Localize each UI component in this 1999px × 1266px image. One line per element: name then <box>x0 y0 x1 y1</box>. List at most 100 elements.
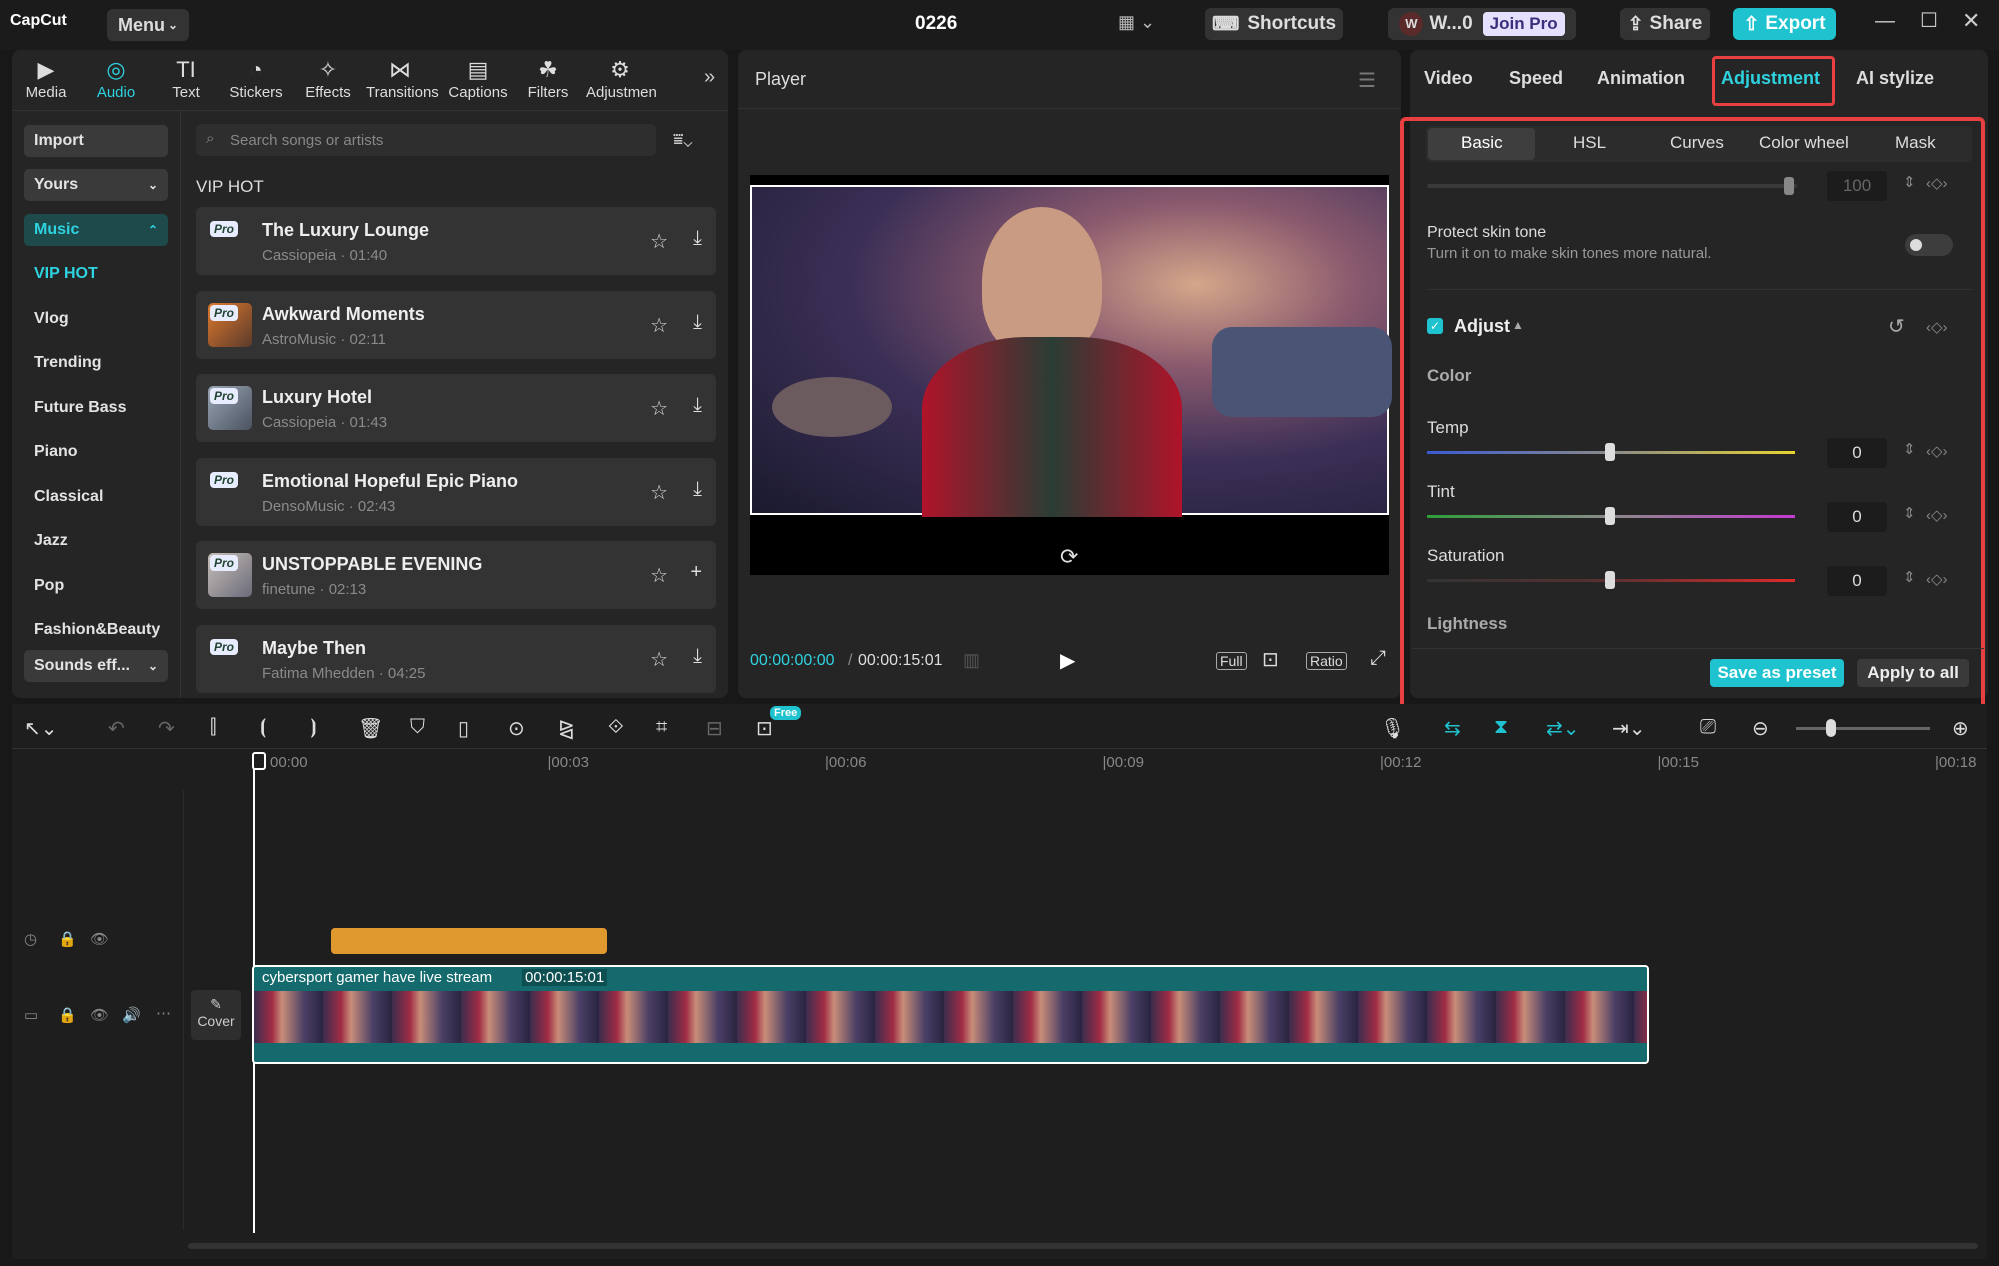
full-quality-button[interactable]: Full <box>1216 652 1247 670</box>
shortcuts-button[interactable]: ⌨ Shortcuts <box>1205 8 1343 40</box>
preview-axis-icon[interactable]: ⇥⌄ <box>1612 716 1646 741</box>
lock-icon[interactable]: 🔒 <box>58 1006 77 1024</box>
eye-icon[interactable]: 👁 <box>90 1006 109 1024</box>
eye-icon[interactable]: 👁 <box>90 930 109 948</box>
video-clip[interactable]: cybersport gamer have live stream 00:00:… <box>252 965 1649 1064</box>
import-button[interactable]: Import <box>24 125 168 157</box>
sidebar-item-fashion-beauty[interactable]: Fashion&Beauty <box>24 614 168 646</box>
tool-captions[interactable]: ▤ Captions <box>444 56 512 104</box>
tool-adjustmen[interactable]: ⚙ Adjustmen <box>586 56 657 104</box>
save-as-preset-button[interactable]: Save as preset <box>1710 659 1844 687</box>
layout-icon[interactable]: ▦ ⌄ <box>1118 12 1155 33</box>
account-button[interactable]: W W...0 Join Pro <box>1388 8 1576 40</box>
zoom-fit-icon[interactable]: ⊡ <box>1262 647 1279 672</box>
tab-ai-stylize[interactable]: AI stylize <box>1856 68 1934 89</box>
yours-dropdown[interactable]: Yours ⌄ <box>24 169 168 201</box>
tool-audio[interactable]: ◎ Audio <box>82 56 150 104</box>
tool-transitions[interactable]: ⋈ Transitions <box>366 56 439 104</box>
favorite-icon[interactable]: ☆ <box>650 480 668 505</box>
download-icon[interactable]: ⤓ <box>693 227 702 250</box>
rotate-icon[interactable]: ⟳ <box>1060 544 1078 570</box>
temp-value-input[interactable]: 0 <box>1827 438 1887 468</box>
subtab-color-wheel[interactable]: Color wheel <box>1759 133 1849 153</box>
sidebar-item-piano[interactable]: Piano <box>24 436 168 468</box>
sounds-effects-dropdown[interactable]: Sounds eff... ⌄ <box>24 650 168 682</box>
apply-to-all-button[interactable]: Apply to all <box>1857 659 1969 687</box>
fullscreen-icon[interactable]: ⤢ <box>1370 647 1386 670</box>
auto-reframe-icon[interactable]: ⊡ <box>756 716 773 741</box>
caret-up-icon[interactable]: ▲ <box>1512 318 1524 332</box>
more-icon[interactable]: ⋯ <box>156 1004 171 1022</box>
favorite-icon[interactable]: ☆ <box>650 563 668 588</box>
tint-slider-handle[interactable] <box>1605 507 1615 525</box>
top-slider-track[interactable] <box>1427 184 1797 188</box>
cover-button[interactable]: ✎ Cover <box>191 990 241 1040</box>
magnet-icon[interactable]: ⇄⌄ <box>1546 716 1580 741</box>
sidebar-item-vlog[interactable]: Vlog <box>24 303 168 335</box>
ratio-button[interactable]: Ratio <box>1306 652 1347 670</box>
track-item[interactable]: Pro The Luxury Lounge Cassiopeia · 01:40 ☆ ⤓ <box>196 207 716 275</box>
tool-media[interactable]: ▶ Media <box>12 56 80 104</box>
keyframe-icon[interactable]: ‹◇› <box>1926 570 1948 588</box>
subtitle-icon[interactable]: ⊟ <box>706 716 723 741</box>
download-icon[interactable]: ⤓ <box>693 478 702 501</box>
zoom-out-icon[interactable]: ⊖ <box>1752 716 1769 741</box>
export-button[interactable]: ⇧ Export <box>1733 8 1836 40</box>
download-icon[interactable]: ⤓ <box>693 311 702 334</box>
subtab-basic[interactable]: Basic <box>1461 133 1503 153</box>
redo-icon[interactable]: ↷ <box>158 716 175 741</box>
crop-icon[interactable]: ⌗ <box>656 716 667 739</box>
tool-text[interactable]: TI Text <box>152 56 220 104</box>
zoom-in-icon[interactable]: ⊕ <box>1952 716 1969 741</box>
track-item[interactable]: Pro UNSTOPPABLE EVENING finetune · 02:13 ☆ + <box>196 541 716 609</box>
freeze-icon[interactable]: ▯ <box>458 716 469 741</box>
download-icon[interactable]: ⤓ <box>693 645 702 668</box>
undo-icon[interactable]: ↶ <box>108 716 125 741</box>
volume-icon[interactable]: 🔊 <box>122 1006 141 1024</box>
keyframe-icon[interactable]: ‹◇› <box>1926 318 1948 336</box>
keyframe-icon[interactable]: ‹◇› <box>1926 442 1948 460</box>
close-icon[interactable]: ✕ <box>1962 8 1980 34</box>
sidebar-item-jazz[interactable]: Jazz <box>24 525 168 557</box>
music-dropdown[interactable]: Music ⌃ <box>24 214 168 246</box>
favorite-icon[interactable]: ☆ <box>650 229 668 254</box>
saturation-slider-handle[interactable] <box>1605 571 1615 589</box>
top-value-input[interactable]: 100 <box>1827 171 1887 201</box>
maximize-icon[interactable]: ☐ <box>1920 8 1938 33</box>
sidebar-item-pop[interactable]: Pop <box>24 570 168 602</box>
tab-video[interactable]: Video <box>1424 68 1473 89</box>
keyframe-icon[interactable]: ‹◇› <box>1926 506 1948 524</box>
more-tools-icon[interactable]: » <box>704 66 715 89</box>
split-icon[interactable]: ⫿ <box>210 716 216 739</box>
track-item[interactable]: Pro Maybe Then Fatima Mhedden · 04:25 ☆ ⤓ <box>196 624 716 693</box>
tool-filters[interactable]: ☘ Filters <box>514 56 582 104</box>
search-input[interactable]: ⌕ Search songs or artists <box>196 124 656 156</box>
sidebar-item-trending[interactable]: Trending <box>24 347 168 379</box>
filter-icon[interactable]: ⩸⌄ <box>673 130 693 150</box>
stepper-icon[interactable]: ⇕ <box>1903 173 1916 191</box>
play-icon[interactable]: ▶ <box>1060 648 1075 673</box>
subtab-curves[interactable]: Curves <box>1670 133 1724 153</box>
tab-animation[interactable]: Animation <box>1597 68 1685 89</box>
top-slider-handle[interactable] <box>1784 177 1794 195</box>
add-icon[interactable]: + <box>690 561 702 584</box>
tool-effects[interactable]: ✧ Effects <box>294 56 362 104</box>
player-menu-icon[interactable]: ☰ <box>1358 68 1376 93</box>
stepper-icon[interactable]: ⇕ <box>1903 504 1916 522</box>
favorite-icon[interactable]: ☆ <box>650 647 668 672</box>
keyframe-icon[interactable]: ‹◇› <box>1926 174 1948 192</box>
minimize-icon[interactable]: — <box>1875 10 1895 33</box>
protect-skin-tone-toggle[interactable] <box>1905 234 1953 256</box>
split-right-icon[interactable]: ⦘ <box>310 716 317 739</box>
microphone-icon[interactable]: 🎙 <box>1380 716 1405 741</box>
lock-icon[interactable]: 🔒 <box>58 930 77 948</box>
video-canvas[interactable] <box>750 175 1392 575</box>
track-item[interactable]: Pro Emotional Hopeful Epic Piano DensoMusi… <box>196 457 716 526</box>
menu-button[interactable]: Menu ⌄ <box>107 9 189 41</box>
adjust-section-title[interactable]: Adjust <box>1454 316 1510 337</box>
subtab-mask[interactable]: Mask <box>1895 133 1936 153</box>
delete-icon[interactable]: 🗑 <box>358 716 383 741</box>
timecode-grid-icon[interactable]: ▥ <box>963 650 980 671</box>
subtab-hsl[interactable]: HSL <box>1573 133 1606 153</box>
sidebar-item-classical[interactable]: Classical <box>24 481 168 513</box>
